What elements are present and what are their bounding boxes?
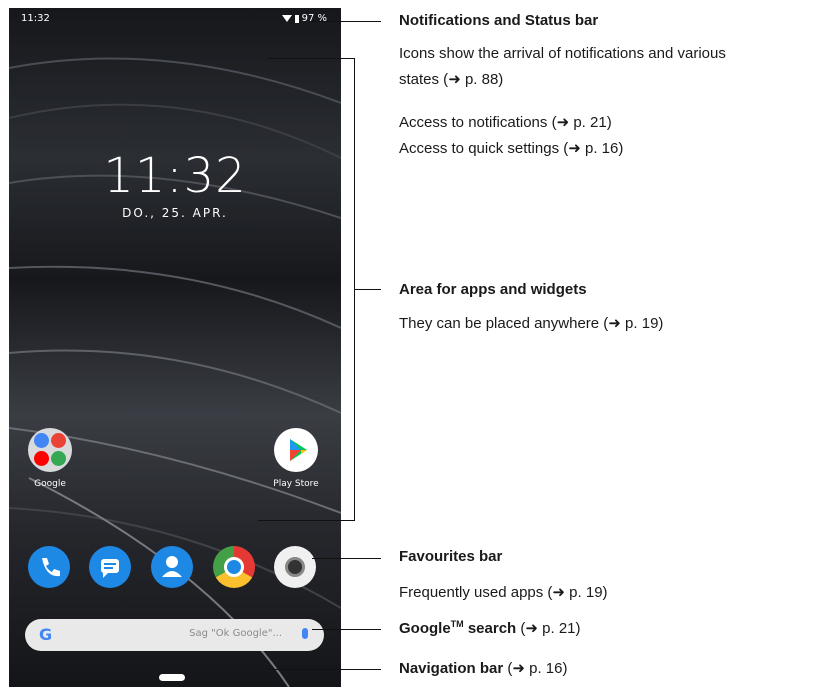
arrow-right-icon: ➜: [552, 584, 565, 601]
home-button[interactable]: [159, 674, 185, 681]
arrow-right-icon: ➜: [568, 140, 581, 157]
leader-line: [354, 289, 381, 290]
apps-area-title: Area for apps and widgets: [399, 281, 587, 298]
arrow-right-icon: ➜: [512, 660, 525, 677]
mic-icon[interactable]: [302, 628, 308, 639]
leader-line: [258, 520, 355, 521]
arrow-right-icon: ➜: [608, 315, 621, 332]
notifications-line3: Access to notifications (➜ p. 21): [399, 114, 612, 131]
arrow-right-icon: ➜: [556, 114, 570, 131]
messages-icon[interactable]: [89, 546, 131, 588]
favourites-title: Favourites bar: [399, 548, 503, 565]
play-store-icon: [274, 428, 318, 472]
battery-icon: [294, 14, 299, 23]
search-placeholder: Sag "Ok Google"...: [189, 628, 282, 639]
date-label: DO., 25. APR.: [122, 206, 228, 220]
google-search-bar[interactable]: G Sag "Ok Google"...: [25, 619, 324, 651]
notifications-line2: states (➜ p. 88): [399, 71, 504, 88]
camera-icon[interactable]: [274, 546, 316, 588]
favourites-desc: Frequently used apps (➜ p. 19): [399, 584, 608, 601]
phone-icon[interactable]: [28, 546, 70, 588]
navigation-annotation: Navigation bar (➜ p. 16): [399, 660, 568, 677]
google-folder-icon: [28, 428, 72, 472]
leader-line: [268, 58, 354, 59]
google-folder[interactable]: Google: [15, 428, 85, 489]
app-label: Play Store: [273, 479, 319, 489]
clock-widget[interactable]: 11:32: [9, 148, 341, 204]
arrow-right-icon: ➜: [525, 620, 538, 637]
phone-screen: 11:32 97 % 11:32 DO., 25. APR. Google Pl…: [9, 8, 341, 687]
leader-line: [312, 558, 381, 559]
play-store-app[interactable]: Play Store: [261, 428, 331, 489]
status-time: 11:32: [21, 13, 50, 24]
notifications-line4: Access to quick settings (➜ p. 16): [399, 140, 624, 157]
apps-area-desc: They can be placed anywhere (➜ p. 19): [399, 315, 664, 332]
leader-line: [312, 629, 381, 630]
status-bar[interactable]: 11:32 97 %: [9, 8, 341, 30]
notifications-title: Notifications and Status bar: [399, 12, 599, 29]
contacts-icon[interactable]: [151, 546, 193, 588]
notifications-line1: Icons show the arrival of notifications …: [399, 45, 726, 62]
leader-line: [312, 21, 381, 22]
arrow-right-icon: ➜: [448, 71, 461, 88]
chrome-icon[interactable]: [213, 546, 255, 588]
search-annotation: GoogleTM search (➜ p. 21): [399, 619, 581, 637]
leader-line: [268, 669, 381, 670]
google-logo: G: [39, 625, 53, 644]
app-label: Google: [34, 479, 66, 489]
battery-percent: 97 %: [301, 13, 327, 24]
wifi-icon: [281, 15, 292, 22]
